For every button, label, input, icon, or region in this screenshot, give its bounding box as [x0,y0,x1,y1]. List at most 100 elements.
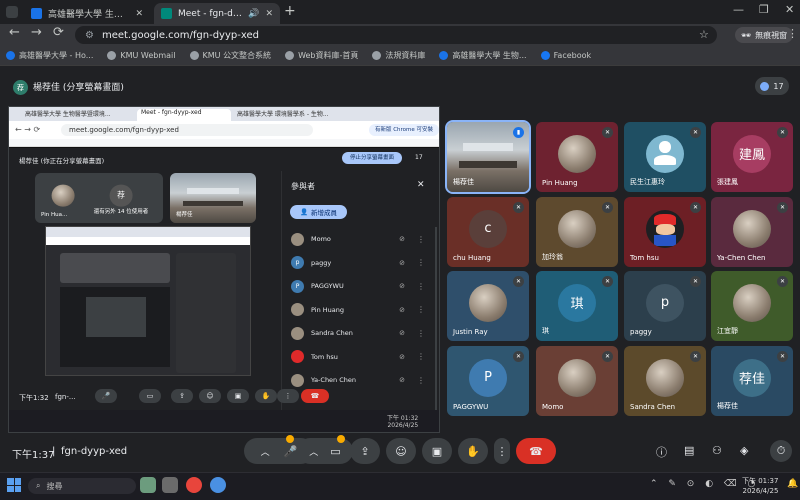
shared-clock: 下午 01:32 2026/4/25 [387,415,419,429]
participant-avatar: P [291,279,304,293]
minimize-icon[interactable]: — [733,3,744,16]
mic-off-icon: ⊘ [399,305,405,314]
widgets-icon[interactable] [140,477,156,493]
reload-icon[interactable]: ⟳ [53,25,64,40]
participant-tile[interactable]: Sandra Chen ✕ [624,346,706,416]
participant-name: Ya-Chen Chen [717,254,766,262]
bookmark-favicon-icon [285,51,295,60]
participant-tile[interactable]: Ya-Chen Chen ✕ [711,197,793,267]
bookmark-item[interactable]: KMU 公文整合系統 [189,50,271,61]
participant-tile[interactable]: 江宜靜 ✕ [711,271,793,341]
close-icon[interactable]: ✕ [265,9,273,19]
shared-count: 17 [415,154,423,161]
recursive-screen [45,226,251,376]
leave-call-button[interactable]: ☎ [516,438,556,464]
taskbar-clock[interactable]: 下午 01:37 2026/4/25 [742,476,778,496]
tab-kmu[interactable]: 高雄醫學大學 生物醫學暨環境生物學系 ✕ [24,3,150,24]
activities-icon[interactable]: ◈ [740,444,748,457]
participant-name: chu Huang [453,254,491,262]
incognito-profile-button[interactable]: 🕶 無痕視窗 [735,27,794,43]
participant-tile[interactable]: 民生江惠玲 ✕ [624,122,706,192]
bookmark-favicon-icon [107,51,117,60]
reactions-button[interactable]: ☺ [386,438,416,464]
shared-hand-icon: ✋ [255,389,277,403]
tab-search-icon[interactable] [6,6,18,18]
mic-off-icon: ✕ [602,351,613,362]
camera-control[interactable]: ︿ ▭ [297,435,353,464]
chevron-up-icon[interactable]: ︿ [261,445,270,458]
participant-tile[interactable]: 荐佳 楊荐佳 ✕ [711,346,793,416]
bookmark-item[interactable]: 高雄醫學大學 生物... [439,50,527,61]
notification-icon[interactable]: 🔔 [787,479,798,489]
shared-chrome-update: 有新版 Chrome 可安裝 [369,124,439,136]
participant-name: paggy [630,328,652,336]
close-icon[interactable]: ✕ [135,9,143,19]
edge-icon[interactable] [210,477,226,493]
participant-tile[interactable]: p paggy ✕ [624,271,706,341]
participant-tile[interactable]: 楊荐佳 ▮ [445,120,531,194]
bookmark-item[interactable]: 法規資料庫 [372,50,425,61]
mic-off-icon: ✕ [513,202,524,213]
shared-stop-share-button: 停止分享螢幕畫面 [342,152,402,164]
chevron-up-icon[interactable]: ︿ [309,445,318,458]
more-options-button[interactable]: ⋮ [494,438,510,464]
new-tab-button[interactable]: + [284,3,296,19]
raise-hand-button[interactable]: ✋ [458,438,488,464]
close-window-icon[interactable]: ✕ [785,3,794,16]
bookmark-favicon-icon [372,51,382,60]
participant-tile[interactable]: Tom hsu ✕ [624,197,706,267]
camera-icon[interactable]: ▭ [330,445,340,458]
bookmark-item[interactable]: Web資料庫-首頁 [285,50,358,61]
windows-start-icon[interactable] [7,478,21,492]
participant-tile[interactable]: 加玲翁 ✕ [536,197,618,267]
chrome-icon[interactable] [186,477,202,493]
tab-meet[interactable]: Meet - fgn-dyyp-xed 🔊 ✕ [154,3,280,24]
mario-avatar [646,209,684,248]
address-bar[interactable]: ⚙ meet.google.com/fgn-dyyp-xed [75,26,717,44]
bookmark-star-icon[interactable]: ☆ [699,28,709,41]
mic-off-icon: ⊘ [399,352,405,361]
bookmark-item[interactable]: Facebook [540,51,591,60]
mic-icon[interactable]: 🎤 [284,445,298,458]
participant-tile[interactable]: c chu Huang ✕ [447,197,529,267]
more-icon: ⋮ [417,281,425,291]
warning-badge-icon [337,435,345,443]
participant-row: Tom hsu ⊘ ⋮ [291,348,431,366]
taskbar-search[interactable]: ⌕ 搜尋 [28,478,136,494]
participant-tile[interactable]: Justin Ray ✕ [447,271,529,341]
back-icon[interactable]: ← [9,25,20,40]
participant-tile[interactable]: 琪琪 ✕ [536,271,618,341]
participant-tile[interactable]: Momo ✕ [536,346,618,416]
site-info-icon[interactable]: ⚙ [85,30,94,41]
mic-off-icon: ✕ [602,127,613,138]
chat-icon[interactable]: ▤ [684,444,694,457]
participant-tile[interactable]: 建鳳 張建鳳 ✕ [711,122,793,192]
shared-presenter-title: 楊荐佳 (你正在分享螢幕畫面) [19,157,105,165]
participant-tile[interactable]: P PAGGYWU ✕ [447,346,529,416]
panel-scrollbar [435,227,437,432]
meeting-code: fgn-dyyp-xed [61,446,128,457]
person-icon [646,134,684,173]
captions-button[interactable]: ▣ [422,438,452,464]
bookmark-favicon-icon [6,51,15,60]
participant-name: 民生江惠玲 [630,178,665,186]
initial-avatar: 建鳳 [733,134,771,173]
forward-icon[interactable]: → [31,25,42,40]
info-icon[interactable]: ⓘ [656,444,667,460]
participant-name: 楊荐佳 [453,178,474,186]
profile-photo [646,358,684,397]
bookmark-item[interactable]: KMU Webmail [107,51,176,60]
timer-icon[interactable]: ⏱ [770,440,792,462]
bookmark-item[interactable]: 高雄醫學大學 - Ho... [6,50,93,61]
mic-off-icon: ✕ [690,351,701,362]
shared-present-icon: ⇪ [171,389,193,403]
participant-tile[interactable]: Pin Huang ✕ [536,122,618,192]
participants-button[interactable]: 17 [755,77,789,95]
warning-badge-icon [286,435,294,443]
present-button[interactable]: ⇪ [350,438,380,464]
people-panel-icon[interactable]: ⚇ [712,444,722,457]
mic-off-icon: ✕ [777,276,788,287]
restore-icon[interactable]: ❐ [759,3,769,16]
task-view-icon[interactable] [162,477,178,493]
menu-icon[interactable]: ⋮ [787,27,798,40]
